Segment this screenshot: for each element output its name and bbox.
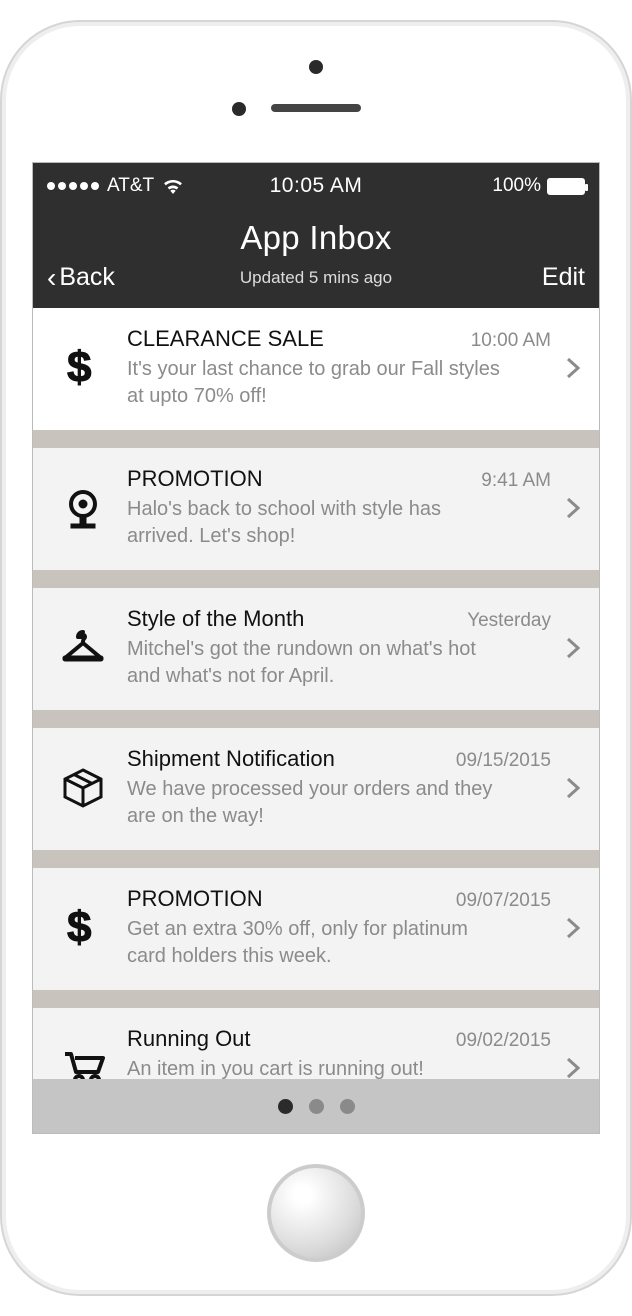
phone-frame: AT&T 10:05 AM 100% App Inbox ‹ Back Upda… [0,20,632,1296]
carrier-label: AT&T [107,175,154,197]
row-desc: An item in you cart is running out! Purc… [127,1056,507,1079]
battery-percent: 100% [492,175,541,197]
signal-strength-icon [47,182,99,190]
row-desc: Mitchel's got the rundown on what's hot … [127,636,507,690]
row-time: Yesterday [467,610,557,632]
row-title: PROMOTION [127,886,456,912]
row-content: PROMOTION 09/07/2015 Get an extra 30% of… [121,886,561,970]
row-title: Shipment Notification [127,746,456,772]
row-desc: It's your last chance to grab our Fall s… [127,356,507,410]
inbox-row[interactable]: CLEARANCE SALE 10:00 AM It's your last c… [33,308,599,430]
back-button[interactable]: ‹ Back [47,263,226,292]
row-title: Running Out [127,1026,456,1052]
row-title: Style of the Month [127,606,467,632]
battery-icon [547,178,585,195]
page-dot[interactable] [278,1099,293,1114]
page-title: App Inbox [47,219,585,257]
inbox-row[interactable]: PROMOTION 09/07/2015 Get an extra 30% of… [33,868,599,990]
inbox-list[interactable]: CLEARANCE SALE 10:00 AM It's your last c… [33,308,599,1079]
row-time: 9:41 AM [481,470,557,492]
cart-icon [45,1046,121,1079]
device-camera [309,60,323,74]
row-time: 09/02/2015 [456,1030,557,1052]
row-time: 10:00 AM [471,330,557,352]
device-speaker [271,104,361,112]
row-desc: We have processed your orders and they a… [127,776,507,830]
chevron-right-icon [561,497,585,519]
row-title: PROMOTION [127,466,481,492]
row-content: Shipment Notification 09/15/2015 We have… [121,746,561,830]
inbox-row[interactable]: Shipment Notification 09/15/2015 We have… [33,728,599,850]
device-sensor [232,102,246,116]
dollar-icon [45,906,121,950]
chevron-right-icon [561,917,585,939]
inbox-row[interactable]: Style of the Month Yesterday Mitchel's g… [33,588,599,710]
page-indicator[interactable] [33,1079,599,1133]
inbox-row[interactable]: Running Out 09/02/2015 An item in you ca… [33,1008,599,1079]
row-time: 09/07/2015 [456,890,557,912]
box-icon [45,766,121,810]
wifi-icon [162,178,184,194]
row-content: PROMOTION 9:41 AM Halo's back to school … [121,466,561,550]
chevron-left-icon: ‹ [47,264,56,292]
dollar-icon [45,346,121,390]
home-button[interactable] [267,1164,365,1262]
row-content: CLEARANCE SALE 10:00 AM It's your last c… [121,326,561,410]
chevron-right-icon [561,777,585,799]
page-dot[interactable] [309,1099,324,1114]
screen: AT&T 10:05 AM 100% App Inbox ‹ Back Upda… [32,162,600,1134]
row-desc: Halo's back to school with style has arr… [127,496,507,550]
status-bar: AT&T 10:05 AM 100% [33,163,599,209]
inbox-row[interactable]: PROMOTION 9:41 AM Halo's back to school … [33,448,599,570]
row-content: Style of the Month Yesterday Mitchel's g… [121,606,561,690]
chevron-right-icon [561,357,585,379]
row-desc: Get an extra 30% off, only for platinum … [127,916,507,970]
edit-button[interactable]: Edit [406,263,585,292]
chevron-right-icon [561,1057,585,1079]
bell-icon [45,486,121,530]
updated-label: Updated 5 mins ago [226,268,405,288]
status-time: 10:05 AM [226,174,405,198]
row-time: 09/15/2015 [456,750,557,772]
row-title: CLEARANCE SALE [127,326,471,352]
page-dot[interactable] [340,1099,355,1114]
back-label: Back [59,263,115,292]
nav-header: App Inbox ‹ Back Updated 5 mins ago Edit [33,209,599,308]
chevron-right-icon [561,637,585,659]
row-content: Running Out 09/02/2015 An item in you ca… [121,1026,561,1079]
hanger-icon [45,626,121,670]
